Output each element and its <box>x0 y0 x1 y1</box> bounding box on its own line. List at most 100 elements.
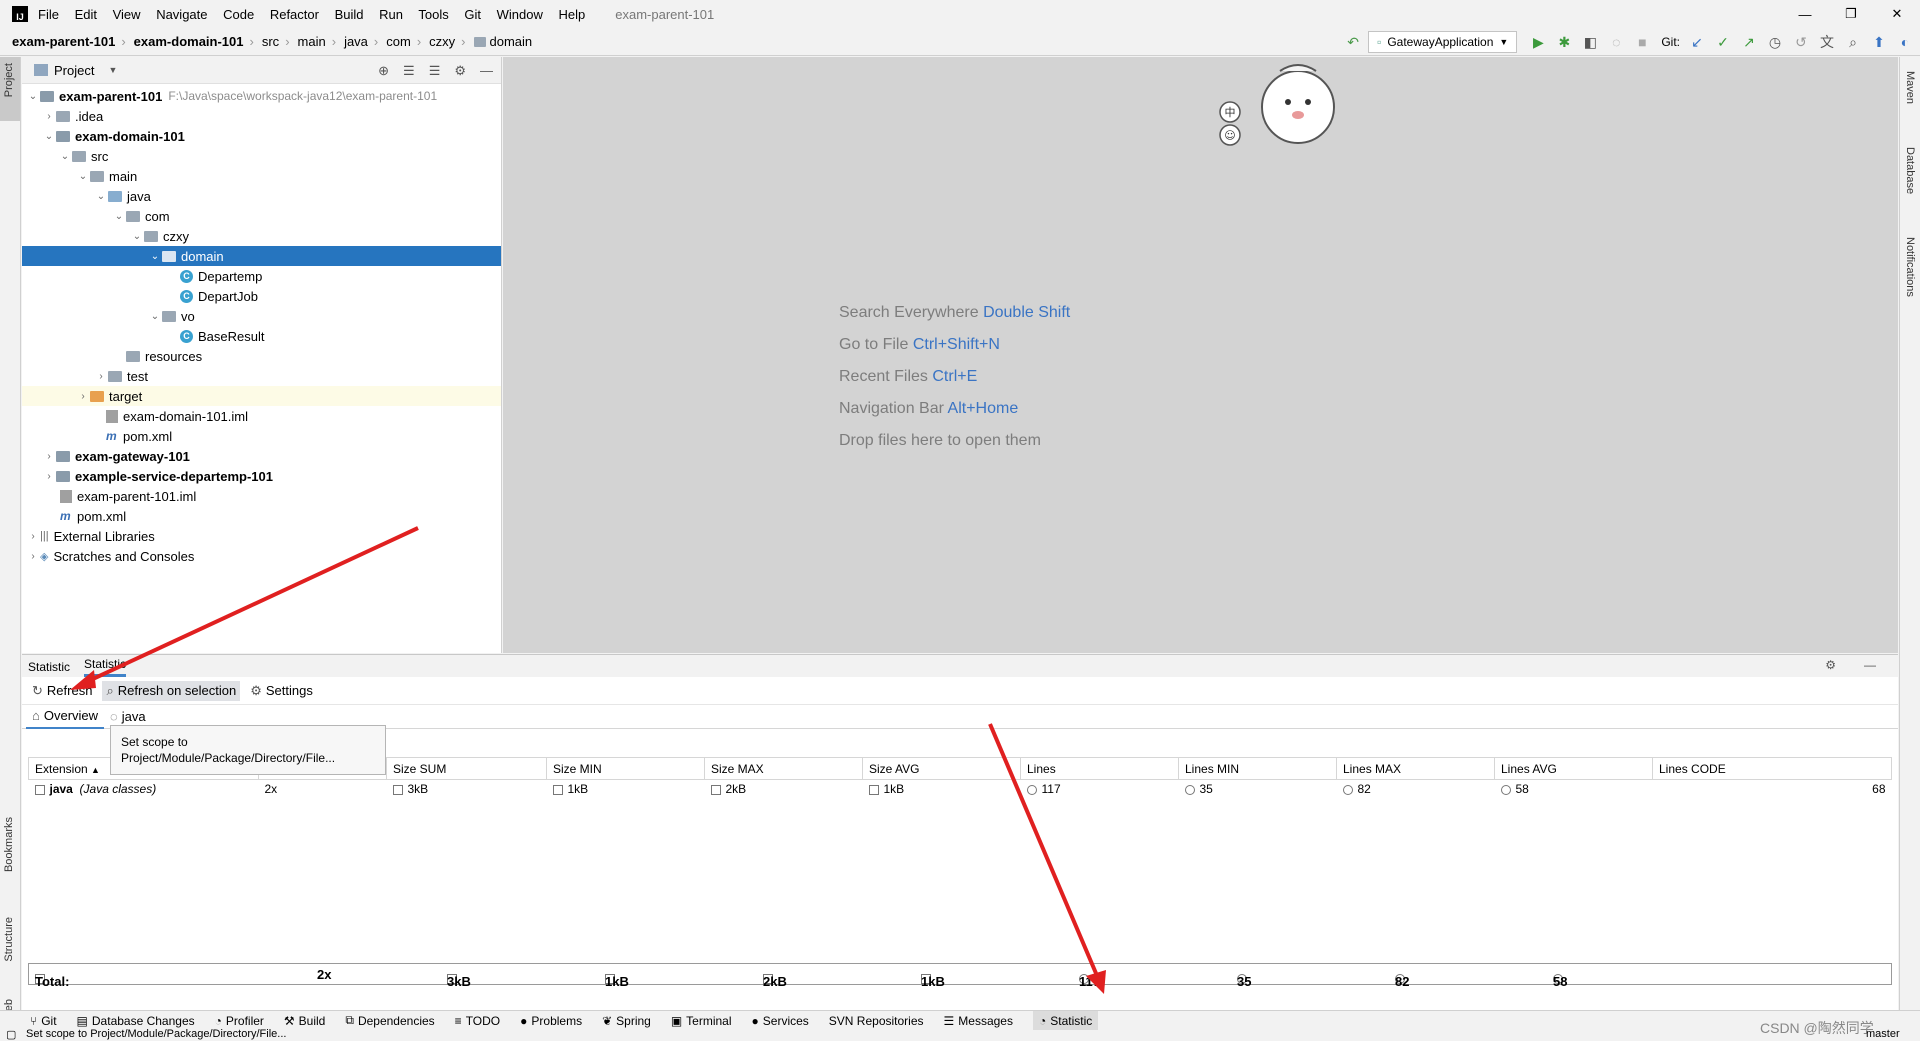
tree-item[interactable]: ⌄ czxy <box>22 226 501 246</box>
update-icon[interactable]: ⬆ <box>1868 31 1890 53</box>
tool-window-profiler[interactable]: ◔ Profiler <box>215 1014 264 1028</box>
menu-edit[interactable]: Edit <box>75 7 97 22</box>
stop-icon[interactable]: ■ <box>1631 31 1653 53</box>
restore-button[interactable]: ❐ <box>1828 0 1874 28</box>
tree-item[interactable]: › ||| External Libraries <box>22 526 501 546</box>
hide-icon[interactable]: — <box>480 63 493 79</box>
chevron-down-icon[interactable]: ⌄ <box>130 231 144 242</box>
close-button[interactable]: ✕ <box>1874 0 1920 28</box>
toolbox-icon[interactable]: ◐ <box>1894 31 1916 53</box>
tree-item-selected[interactable]: ⌄ domain <box>22 246 501 266</box>
settings-button[interactable]: ⚙ Settings <box>246 681 317 701</box>
tree-item[interactable]: exam-domain-101.iml <box>22 406 501 426</box>
tree-item[interactable]: ⌄ vo <box>22 306 501 326</box>
expand-all-icon[interactable]: ☰ <box>403 63 415 79</box>
breadcrumb-item[interactable]: czxy <box>429 34 455 49</box>
search-icon[interactable]: ⌕ <box>1842 31 1864 53</box>
tree-item[interactable]: › target <box>22 386 501 406</box>
bookmarks-stripe-label[interactable]: Bookmarks <box>3 817 15 872</box>
chevron-down-icon[interactable]: ⌄ <box>26 91 40 102</box>
tree-item[interactable]: m pom.xml <box>22 426 501 446</box>
chevron-down-icon[interactable]: ⌄ <box>42 131 56 142</box>
structure-stripe-label[interactable]: Structure <box>3 917 15 962</box>
profile-icon[interactable]: ◌ <box>1605 31 1627 53</box>
history-icon[interactable]: ◷ <box>1764 31 1786 53</box>
coverage-icon[interactable]: ◧ <box>1579 31 1601 53</box>
menu-git[interactable]: Git <box>464 7 481 22</box>
breadcrumb-item[interactable]: src <box>262 34 279 49</box>
git-push-icon[interactable]: ↗ <box>1738 31 1760 53</box>
refresh-button[interactable]: ↻ Refresh <box>28 681 96 701</box>
chevron-right-icon[interactable]: › <box>76 391 90 402</box>
menu-code[interactable]: Code <box>223 7 254 22</box>
maven-stripe-label[interactable]: Maven <box>1904 71 1916 104</box>
tool-window-svn-repositories[interactable]: SVN Repositories <box>829 1014 924 1028</box>
tree-item[interactable]: ⌄ exam-parent-101 F:\Java\space\workspack-… <box>22 86 501 106</box>
git-update-icon[interactable]: ↙ <box>1686 31 1708 53</box>
tool-window-todo[interactable]: ≡ TODO <box>455 1014 500 1028</box>
menu-refactor[interactable]: Refactor <box>270 7 319 22</box>
git-branch-indicator[interactable]: master <box>1866 1028 1900 1040</box>
tree-item[interactable]: › .idea <box>22 106 501 126</box>
menu-window[interactable]: Window <box>497 7 543 22</box>
tree-item[interactable]: › test <box>22 366 501 386</box>
minimize-button[interactable]: — <box>1782 0 1828 28</box>
chevron-down-icon[interactable]: ⌄ <box>94 191 108 202</box>
status-toggle-icon[interactable]: ▢ <box>6 1028 16 1041</box>
back-arrow-icon[interactable]: ↶ <box>1342 31 1364 53</box>
tab-statistic-active[interactable]: Statistic <box>84 657 127 677</box>
tool-window-services[interactable]: ● Services <box>752 1014 809 1028</box>
tree-item[interactable]: › example-service-departemp-101 <box>22 466 501 486</box>
run-icon[interactable]: ▶ <box>1527 31 1549 53</box>
column-header-size-avg[interactable]: Size AVG <box>862 757 1021 780</box>
chevron-down-icon[interactable]: ▼ <box>108 65 117 75</box>
chevron-down-icon[interactable]: ⌄ <box>112 211 126 222</box>
breadcrumb-item[interactable]: main <box>298 34 326 49</box>
locate-icon[interactable]: ⊕ <box>378 63 389 79</box>
tree-item[interactable]: exam-parent-101.iml <box>22 486 501 506</box>
breadcrumb-item[interactable]: java <box>344 34 368 49</box>
tree-item[interactable]: m pom.xml <box>22 506 501 526</box>
column-header-lines-min[interactable]: Lines MIN <box>1178 757 1337 780</box>
tool-window-build[interactable]: ⚒ Build <box>284 1014 325 1028</box>
chevron-down-icon[interactable]: ⌄ <box>76 171 90 182</box>
chevron-right-icon[interactable]: › <box>42 471 56 482</box>
column-header-size-max[interactable]: Size MAX <box>704 757 863 780</box>
hide-icon[interactable]: — <box>1864 658 1876 675</box>
column-header-lines-avg[interactable]: Lines AVG <box>1494 757 1653 780</box>
column-header-size-min[interactable]: Size MIN <box>546 757 705 780</box>
menu-help[interactable]: Help <box>559 7 586 22</box>
column-header-lines-code[interactable]: Lines CODE <box>1652 757 1892 780</box>
tool-window-terminal[interactable]: ▣ Terminal <box>671 1014 732 1028</box>
breadcrumb-item[interactable]: com <box>386 34 411 49</box>
tool-window-dependencies[interactable]: ⧉ Dependencies <box>345 1013 434 1028</box>
column-header-lines[interactable]: Lines <box>1020 757 1179 780</box>
chevron-right-icon[interactable]: › <box>42 111 56 122</box>
menu-build[interactable]: Build <box>335 7 364 22</box>
menu-file[interactable]: File <box>38 7 59 22</box>
tab-statistic[interactable]: Statistic <box>28 660 70 677</box>
column-header-size-sum[interactable]: Size SUM <box>386 757 547 780</box>
tree-item[interactable]: › ◈ Scratches and Consoles <box>22 546 501 566</box>
chevron-right-icon[interactable]: › <box>42 451 56 462</box>
tool-window-problems[interactable]: ● Problems <box>520 1014 582 1028</box>
git-commit-icon[interactable]: ✓ <box>1712 31 1734 53</box>
chevron-right-icon[interactable]: › <box>94 371 108 382</box>
project-stripe-label[interactable]: Project <box>3 63 15 97</box>
debug-icon[interactable]: ✱ <box>1553 31 1575 53</box>
chevron-right-icon[interactable]: › <box>26 531 40 542</box>
database-stripe-label[interactable]: Database <box>1904 147 1916 194</box>
chevron-right-icon[interactable]: › <box>26 551 40 562</box>
chevron-down-icon[interactable]: ⌄ <box>148 311 162 322</box>
tab-overview[interactable]: ⌂ Overview <box>26 705 105 729</box>
menu-view[interactable]: View <box>113 7 141 22</box>
tree-item[interactable]: ⌄ main <box>22 166 501 186</box>
breadcrumb-item[interactable]: exam-domain-101 <box>134 34 244 49</box>
tree-item[interactable]: ⌄ exam-domain-101 <box>22 126 501 146</box>
tool-window-spring[interactable]: ❦ Spring <box>602 1014 651 1028</box>
column-header-lines-max[interactable]: Lines MAX <box>1336 757 1495 780</box>
rollback-icon[interactable]: ↺ <box>1790 31 1812 53</box>
table-row[interactable]: java (Java classes) 2x 3kB 1kB 2kB 1kB 1… <box>29 780 1892 799</box>
gear-icon[interactable]: ⚙ <box>1825 658 1836 675</box>
gear-icon[interactable]: ⚙ <box>454 63 466 79</box>
